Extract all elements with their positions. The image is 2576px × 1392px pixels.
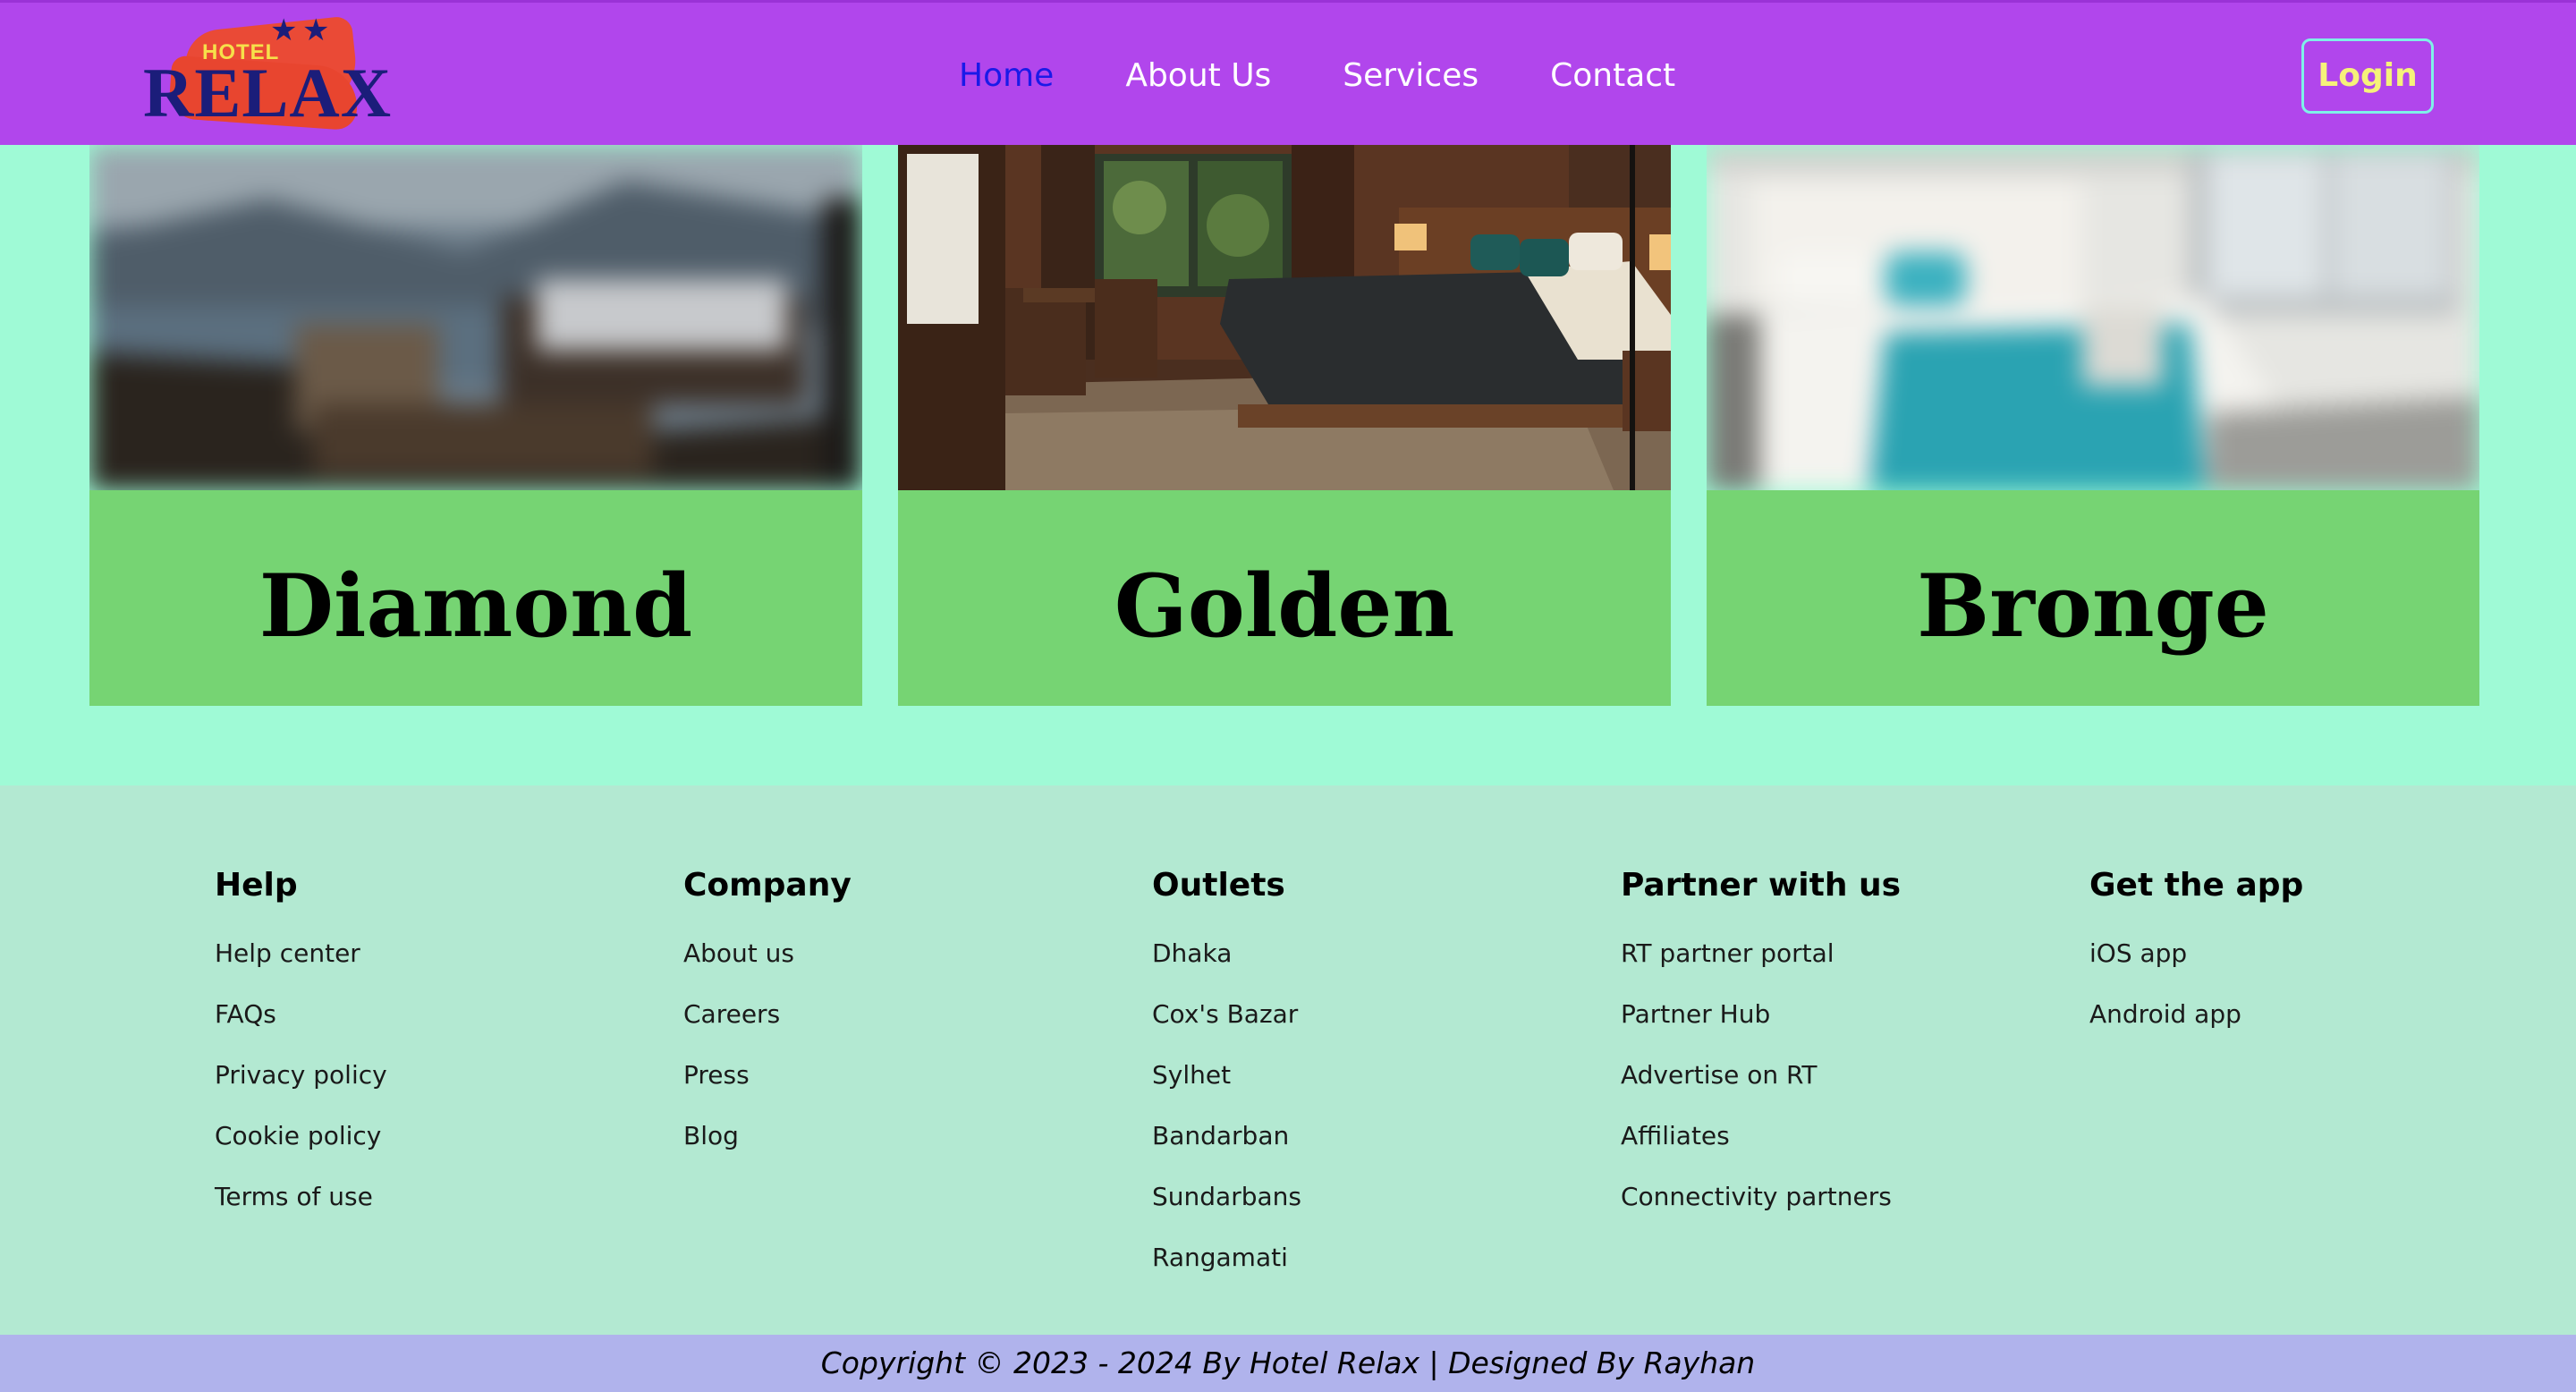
footer-column-get-the-app: Get the app iOS app Android app (2089, 859, 2537, 1045)
room-name: Diamond (258, 556, 693, 657)
login-button[interactable]: Login (2301, 38, 2434, 114)
room-name: Golden (1114, 556, 1455, 657)
footer-link[interactable]: Help center (215, 923, 662, 984)
room-label-box: Golden (898, 490, 1671, 706)
logo-relax-text: RELAX (143, 54, 393, 132)
footer-link[interactable]: Blog (683, 1106, 1131, 1167)
footer-link[interactable]: Sylhet (1152, 1045, 1599, 1106)
site-footer: Help Help center FAQs Privacy policy Coo… (0, 785, 2576, 1335)
room-name: Bronge (1917, 556, 2269, 657)
main-nav: Home About Us Services Contact (959, 53, 1675, 99)
footer-link[interactable]: Bandarban (1152, 1106, 1599, 1167)
footer-link[interactable]: FAQs (215, 984, 662, 1045)
footer-link[interactable]: About us (683, 923, 1131, 984)
footer-link[interactable]: iOS app (2089, 923, 2537, 984)
footer-column-outlets: Outlets Dhaka Cox's Bazar Sylhet Bandarb… (1152, 859, 1599, 1288)
hotel-relax-logo[interactable]: ★ ★ HOTEL RELAX (143, 8, 393, 133)
room-photo-diamond (89, 145, 862, 490)
footer-link[interactable]: Cox's Bazar (1152, 984, 1599, 1045)
wooden-hotel-room-image (898, 145, 1671, 490)
footer-heading: Outlets (1152, 867, 1285, 904)
footer-heading: Company (683, 867, 852, 904)
logo-star-icon: ★ (302, 13, 330, 48)
footer-link[interactable]: Rangamati (1152, 1227, 1599, 1288)
footer-column-partner: Partner with us RT partner portal Partne… (1621, 859, 2068, 1227)
footer-heading: Help (215, 867, 298, 904)
nav-about-us[interactable]: About Us (1125, 53, 1271, 99)
nav-services[interactable]: Services (1343, 53, 1479, 99)
footer-link[interactable]: Partner Hub (1621, 984, 2068, 1045)
footer-link[interactable]: Connectivity partners (1621, 1167, 2068, 1227)
footer-heading: Partner with us (1621, 867, 1902, 904)
room-photo-golden (898, 145, 1671, 490)
copyright-bar: Copyright © 2023 - 2024 By Hotel Relax |… (0, 1335, 2576, 1392)
footer-link[interactable]: Cookie policy (215, 1106, 662, 1167)
footer-link[interactable]: Sundarbans (1152, 1167, 1599, 1227)
footer-link[interactable]: Advertise on RT (1621, 1045, 2068, 1106)
room-card-golden[interactable]: Golden (898, 145, 1671, 706)
footer-link[interactable]: RT partner portal (1621, 923, 2068, 984)
footer-link[interactable]: Dhaka (1152, 923, 1599, 984)
room-label-box: Diamond (89, 490, 862, 706)
footer-column-help: Help Help center FAQs Privacy policy Coo… (215, 859, 662, 1227)
room-photo-bronge (1707, 145, 2479, 490)
footer-link[interactable]: Android app (2089, 984, 2537, 1045)
footer-heading: Get the app (2089, 867, 2304, 904)
navbar: ★ ★ HOTEL RELAX Home About Us Services C… (0, 0, 2576, 145)
footer-link[interactable]: Press (683, 1045, 1131, 1106)
footer-column-company: Company About us Careers Press Blog (683, 859, 1131, 1167)
nav-contact[interactable]: Contact (1550, 53, 1675, 99)
room-card-bronge[interactable]: Bronge (1707, 145, 2479, 706)
footer-link[interactable]: Affiliates (1621, 1106, 2068, 1167)
room-card-diamond[interactable]: Diamond (89, 145, 862, 706)
nav-home[interactable]: Home (959, 53, 1054, 99)
white-teal-bed-image (1707, 145, 2479, 490)
footer-link[interactable]: Privacy policy (215, 1045, 662, 1106)
footer-link[interactable]: Careers (683, 984, 1131, 1045)
lakeside-bed-image (89, 145, 862, 490)
room-cards: Diamond Golden Bronge (89, 145, 2479, 706)
footer-link[interactable]: Terms of use (215, 1167, 662, 1227)
room-label-box: Bronge (1707, 490, 2479, 706)
